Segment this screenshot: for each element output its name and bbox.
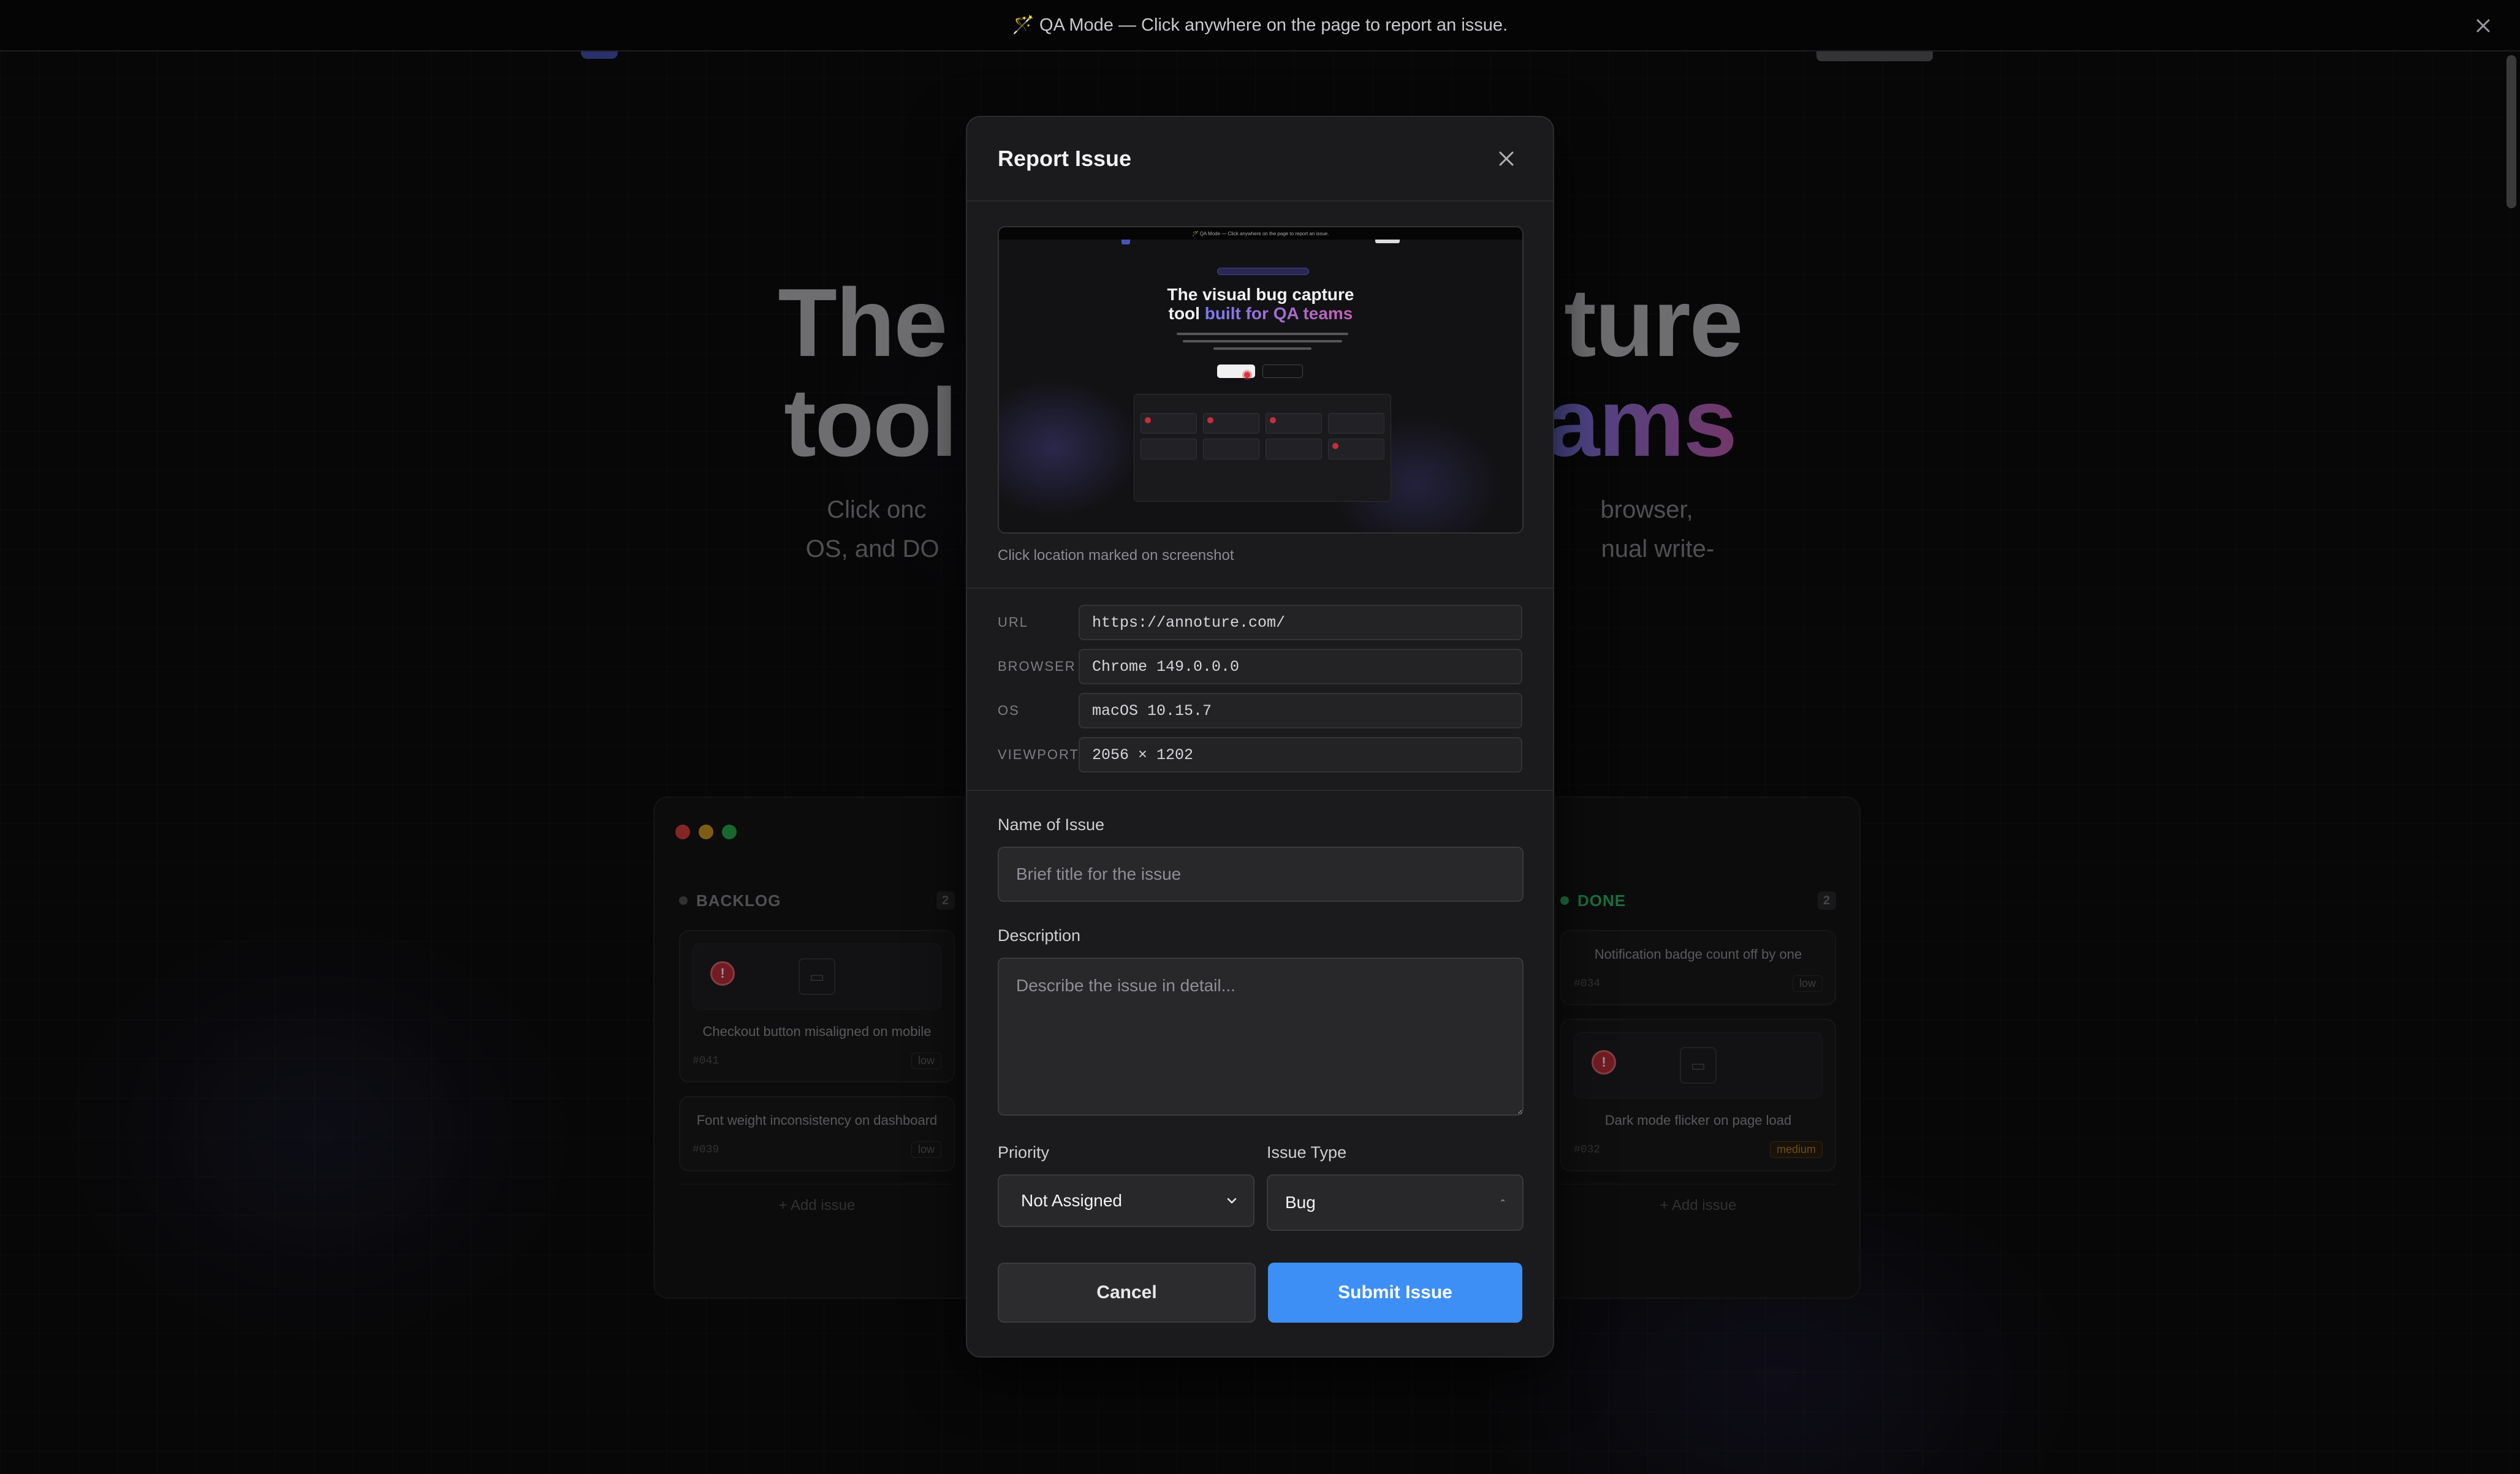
preview-column [1266, 413, 1322, 493]
preview-text-line [1213, 347, 1311, 350]
click-marker-icon [1244, 372, 1250, 378]
name-label: Name of Issue [998, 815, 1105, 834]
dropdown-indicator-icon: ⌃ [1499, 1197, 1506, 1208]
modal-title: Report Issue [998, 146, 1132, 171]
issue-form: Name of Issue Description Priority Not A… [967, 791, 1553, 1323]
priority-select[interactable]: Not Assigned [998, 1174, 1254, 1227]
preview-column [1140, 413, 1197, 493]
meta-label: URL [998, 614, 1029, 630]
qa-mode-text: 🪄 QA Mode — Click anywhere on the page t… [1012, 15, 1508, 35]
preview-column [1328, 413, 1384, 493]
environment-meta: URL https://annoture.com/ BROWSER Chrome… [967, 589, 1553, 790]
qa-mode-banner: 🪄 QA Mode — Click anywhere on the page t… [0, 0, 2520, 51]
meta-os-value: macOS 10.15.7 [1079, 693, 1522, 728]
priority-label: Priority [998, 1143, 1050, 1162]
preview-card [1203, 439, 1259, 459]
meta-row-url: URL https://annoture.com/ [998, 605, 1522, 640]
preview-board [1134, 394, 1391, 502]
issue-type-value: Bug [1285, 1193, 1316, 1212]
meta-row-browser: BROWSER Chrome 149.0.0.0 [998, 649, 1522, 684]
preview-text-line [1177, 333, 1348, 335]
cancel-button[interactable]: Cancel [998, 1263, 1256, 1323]
chevron-down-icon [1225, 1194, 1239, 1208]
scrollbar[interactable] [2507, 55, 2516, 208]
issue-name-input[interactable] [998, 847, 1524, 902]
preview-card [1140, 413, 1197, 434]
preview-column [1203, 413, 1259, 493]
screenshot-caption: Click location marked on screenshot [998, 547, 1234, 564]
close-icon[interactable] [2471, 13, 2495, 38]
preview-headline-1: The visual bug capture [1167, 285, 1354, 304]
preview-secondary-button [1262, 365, 1303, 378]
issue-type-label: Issue Type [1267, 1143, 1347, 1162]
preview-card [1266, 413, 1322, 434]
preview-text-line [1183, 340, 1342, 342]
close-icon[interactable] [1490, 143, 1522, 175]
preview-card [1140, 439, 1197, 459]
preview-logo [1121, 240, 1130, 244]
meta-browser-value: Chrome 149.0.0.0 [1079, 649, 1522, 684]
app-page[interactable]: The v ture tool ams Click onc browser, OS,… [0, 0, 2520, 1474]
screenshot-preview: 🪄 QA Mode — Click anywhere on the page t… [998, 226, 1524, 534]
meta-label: BROWSER [998, 659, 1076, 674]
meta-label: OS [998, 703, 1020, 718]
meta-row-viewport: VIEWPORT 2056 × 1202 [998, 737, 1522, 773]
description-textarea[interactable] [998, 958, 1524, 1116]
submit-issue-button[interactable]: Submit Issue [1268, 1263, 1522, 1323]
modal-header: Report Issue [967, 117, 1553, 202]
preview-headline-2: tool built for QA teams [1168, 304, 1353, 323]
preview-nav-button [1375, 240, 1400, 243]
preview-qa-banner: 🪄 QA Mode — Click anywhere on the page t… [999, 227, 1522, 240]
preview-card [1266, 439, 1322, 459]
description-label: Description [998, 926, 1081, 945]
preview-badge [1217, 268, 1309, 275]
issue-type-select[interactable]: Bug ⌃ [1267, 1174, 1524, 1231]
meta-label: VIEWPORT [998, 747, 1079, 762]
priority-value: Not Assigned [1021, 1191, 1122, 1210]
meta-row-os: OS macOS 10.15.7 [998, 693, 1522, 728]
meta-viewport-value: 2056 × 1202 [1079, 737, 1522, 773]
report-issue-modal: Report Issue 🪄 QA Mode — Click anywhere … [966, 116, 1554, 1358]
meta-url-value: https://annoture.com/ [1079, 605, 1522, 640]
preview-card [1203, 413, 1259, 434]
preview-card [1328, 439, 1384, 459]
preview-card [1328, 413, 1384, 434]
